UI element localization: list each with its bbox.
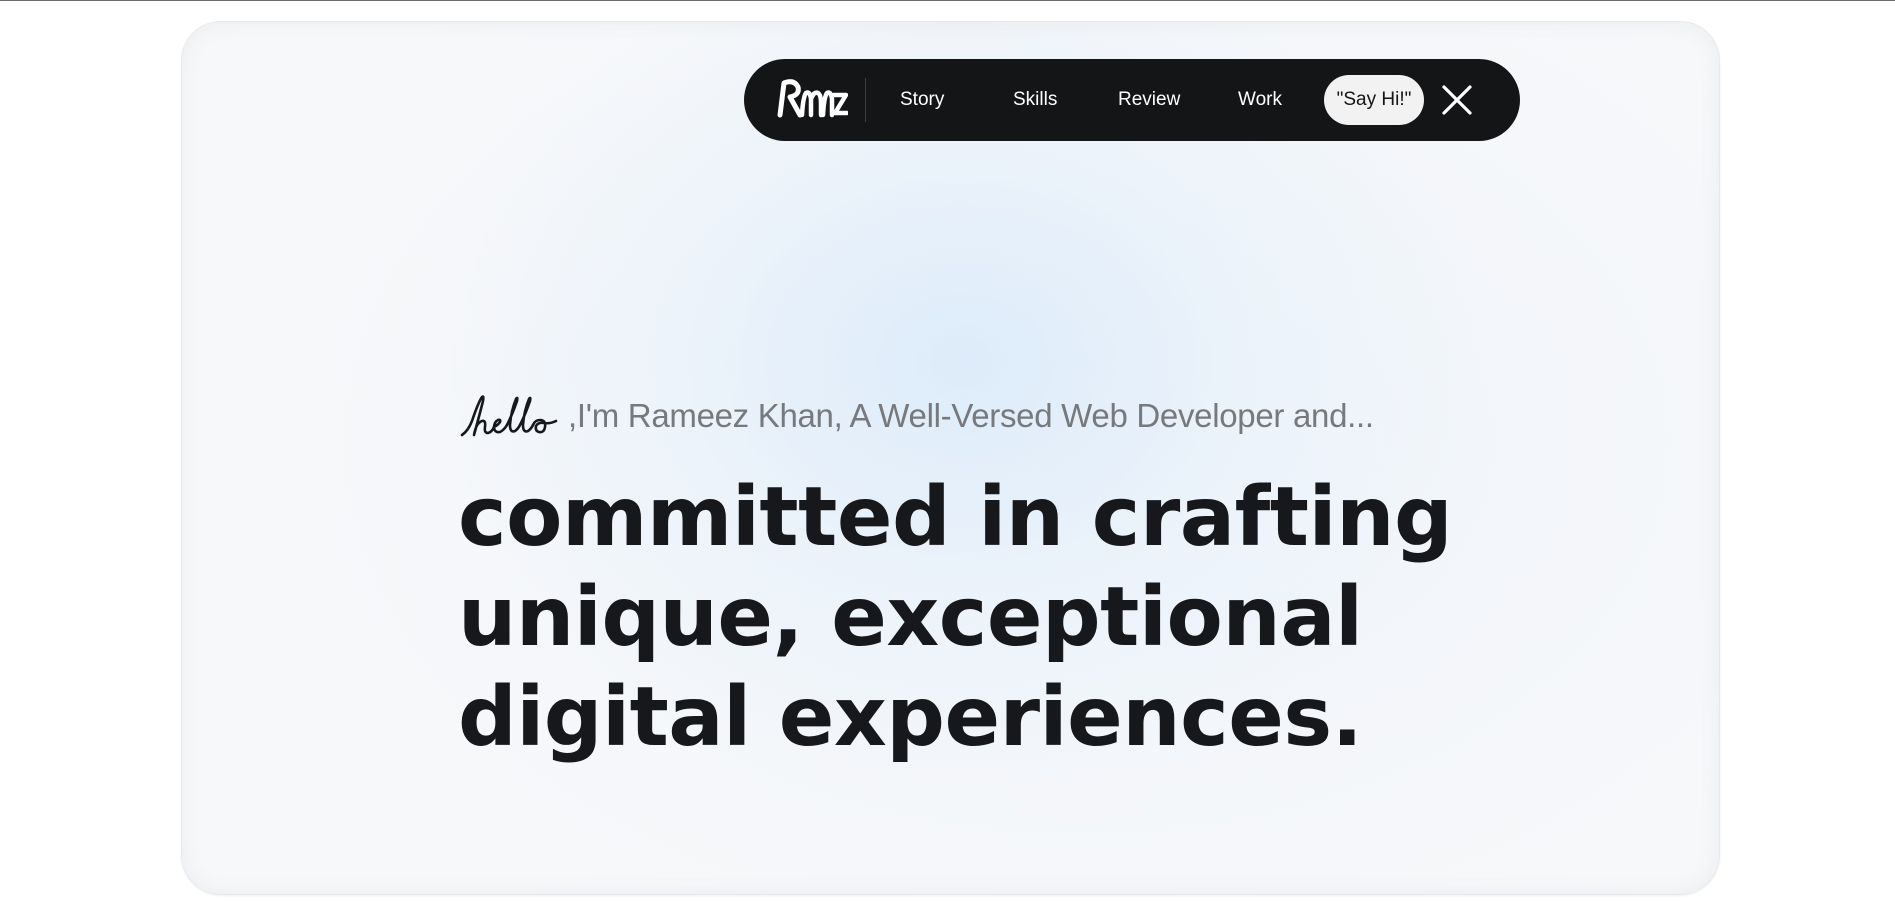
- nav-item-story[interactable]: Story: [900, 59, 944, 141]
- close-icon[interactable]: [1438, 81, 1476, 119]
- logo[interactable]: [776, 77, 848, 119]
- top-divider: [0, 0, 1895, 1]
- nav-item-work[interactable]: Work: [1238, 59, 1282, 141]
- headline-line: unique, exceptional: [458, 570, 1363, 665]
- nav-item-review[interactable]: Review: [1118, 59, 1180, 141]
- hero-card: Story Skills Review Work "Say Hi!" ,I'm …: [181, 21, 1720, 895]
- nav-item-skills[interactable]: Skills: [1013, 59, 1057, 141]
- headline-line: digital experiences.: [458, 670, 1363, 765]
- headline-line: committed in crafting: [458, 470, 1453, 565]
- nav-divider: [865, 78, 866, 122]
- intro-line: ,I'm Rameez Khan, A Well-Versed Web Deve…: [460, 386, 1374, 446]
- say-hi-button[interactable]: "Say Hi!": [1324, 75, 1424, 125]
- hello-script: [460, 395, 558, 437]
- hero-headline: committed in crafting unique, exceptiona…: [458, 468, 1558, 768]
- intro-text: ,I'm Rameez Khan, A Well-Versed Web Deve…: [568, 397, 1374, 434]
- navbar: Story Skills Review Work "Say Hi!": [744, 59, 1520, 141]
